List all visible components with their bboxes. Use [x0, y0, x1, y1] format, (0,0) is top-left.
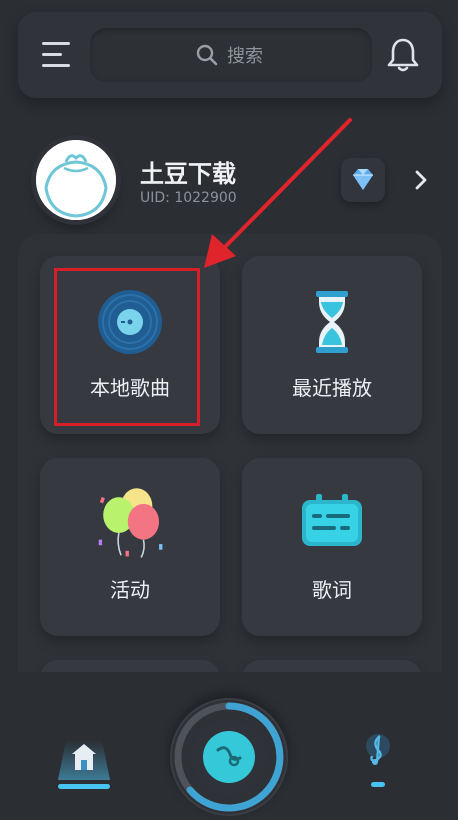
- arrow-icon: [204, 118, 352, 268]
- potato-logo-icon: [36, 140, 116, 220]
- highlight-box: [54, 268, 200, 426]
- menu-icon[interactable]: [42, 42, 72, 68]
- music-note-icon[interactable]: [358, 732, 398, 792]
- search-input[interactable]: [225, 28, 349, 84]
- activities-card[interactable]: 活动: [40, 458, 220, 636]
- recent-plays-card[interactable]: 最近播放: [242, 256, 422, 434]
- bell-icon[interactable]: [386, 36, 420, 74]
- avatar[interactable]: [36, 140, 116, 220]
- player-disc[interactable]: [170, 698, 288, 816]
- top-bar: [18, 12, 442, 98]
- home-icon[interactable]: [52, 732, 116, 792]
- balloons-icon: [98, 488, 163, 558]
- app-screen: 土豆下载 UID: 1022900 本地歌曲: [0, 0, 458, 820]
- chevron-right-icon[interactable]: [412, 168, 430, 192]
- lyrics-card-icon: [302, 494, 362, 546]
- search-icon: [196, 44, 218, 66]
- lyrics-label: 歌词: [312, 578, 352, 602]
- lyrics-card[interactable]: 歌词: [242, 458, 422, 636]
- hourglass-icon: [316, 291, 348, 353]
- bottom-nav: [0, 672, 458, 820]
- play-button-icon: [174, 702, 284, 812]
- search-bar[interactable]: [90, 28, 372, 84]
- recent-plays-label: 最近播放: [292, 376, 372, 400]
- activities-label: 活动: [110, 578, 150, 602]
